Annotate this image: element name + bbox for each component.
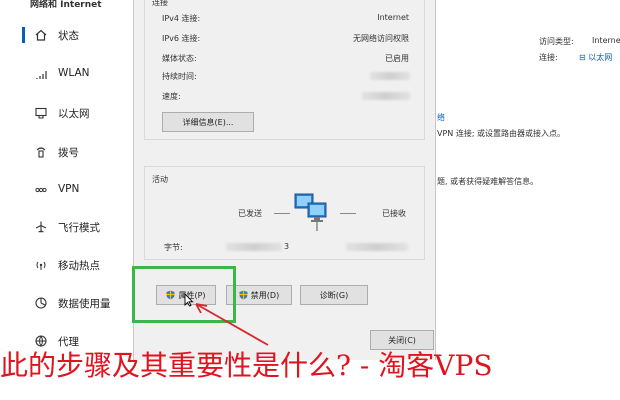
watermark-text: 此的步骤及其重要性是什么? - 淘客VPS bbox=[0, 349, 493, 382]
watermark-caption: 此的步骤及其重要性是什么? - 淘客VPS bbox=[0, 344, 620, 388]
annotation-arrow bbox=[195, 303, 269, 346]
mouse-cursor-icon bbox=[184, 293, 194, 307]
